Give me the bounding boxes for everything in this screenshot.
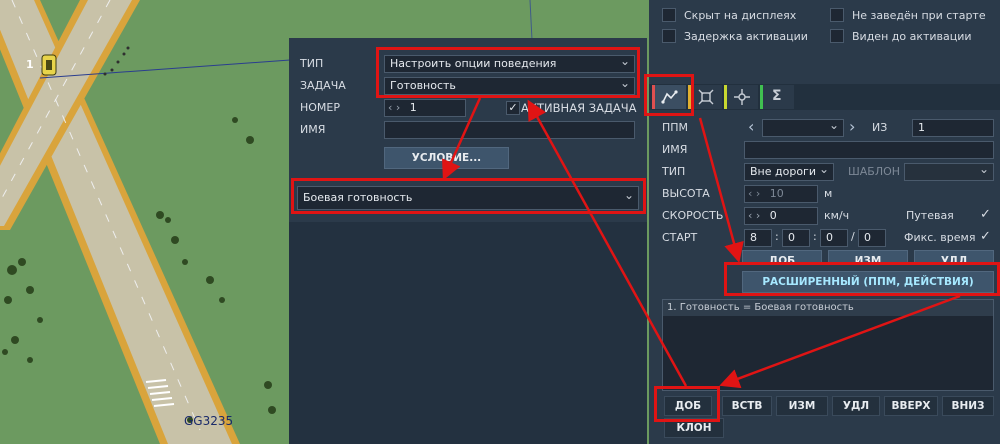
template-select[interactable]: [904, 163, 994, 181]
waypoint-prev-icon[interactable]: ‹: [748, 117, 754, 136]
not-started-checkbox[interactable]: [830, 8, 844, 22]
task-number-label: НОМЕР: [300, 101, 341, 114]
action-down-button[interactable]: ВНИЗ: [942, 396, 994, 416]
task-number-stepper[interactable]: ‹ › 1: [384, 99, 466, 117]
task-type-label: ТИП: [300, 57, 324, 70]
waypoint-select[interactable]: [762, 119, 844, 137]
activation-delay-label: Задержка активации: [684, 30, 808, 43]
tab-crosshair[interactable]: [724, 85, 758, 109]
speed-unit: км/ч: [824, 209, 850, 222]
start-sep-1: :: [775, 230, 779, 243]
route-checkmark-icon[interactable]: ✓: [980, 207, 991, 222]
altitude-label: ВЫСОТА: [662, 187, 710, 200]
active-task-checkbox[interactable]: ✓: [506, 101, 520, 115]
task-task-label: ЗАДАЧА: [300, 79, 346, 92]
action-insert-button[interactable]: ВСТВ: [722, 396, 772, 416]
unit-marker[interactable]: [38, 52, 62, 78]
action-up-button[interactable]: ВВЕРХ: [884, 396, 938, 416]
waypoint-total[interactable]: 1: [912, 119, 994, 137]
altitude-arrows-icon[interactable]: ‹ ›: [748, 187, 760, 200]
hidden-on-display-checkbox[interactable]: [662, 8, 676, 22]
speed-label: СКОРОСТЬ: [662, 209, 724, 222]
fixed-time-checkmark-icon[interactable]: ✓: [980, 229, 991, 244]
waypoint-next-icon[interactable]: ›: [849, 117, 855, 136]
highlight-route-tab: [644, 74, 694, 116]
actions-list-item[interactable]: 1. Готовность = Боевая готовность: [663, 300, 993, 316]
speed-arrows-icon[interactable]: ‹ ›: [748, 209, 760, 222]
altitude-value: 10: [769, 187, 784, 200]
altitude-stepper[interactable]: ‹ › 10: [744, 185, 818, 203]
highlight-add: [654, 386, 720, 422]
start-second[interactable]: 0: [858, 229, 886, 247]
condition-button[interactable]: УСЛОВИЕ...: [384, 147, 509, 169]
activation-delay-checkbox[interactable]: [662, 29, 676, 43]
stepper-arrows-icon[interactable]: ‹ ›: [388, 101, 400, 114]
waypoint-label: ППМ: [662, 121, 689, 134]
speed-value: 0: [769, 209, 777, 222]
template-label: ШАБЛОН: [848, 165, 901, 178]
tab-sum[interactable]: Σ: [760, 85, 794, 109]
wp-name-input[interactable]: [744, 141, 994, 159]
highlight-advanced: [724, 262, 1000, 296]
wp-type-label: ТИП: [662, 165, 686, 178]
start-day[interactable]: 8: [744, 229, 772, 247]
actions-list[interactable]: 1. Готовность = Боевая готовность: [662, 299, 994, 391]
highlight-readiness: [291, 178, 646, 214]
wp-name-label: ИМЯ: [662, 143, 688, 156]
hidden-on-display-label: Скрыт на дисплеях: [684, 9, 797, 22]
task-name-input[interactable]: [384, 121, 635, 139]
route-label: Путевая: [906, 209, 954, 222]
start-sep-3: /: [851, 230, 855, 243]
start-label: СТАРТ: [662, 231, 698, 244]
waypoint-of-label: ИЗ: [872, 121, 888, 134]
visible-before-activation-label: Виден до активации: [852, 30, 972, 43]
start-minute[interactable]: 0: [820, 229, 848, 247]
wp-type-select[interactable]: Вне дороги: [744, 163, 834, 181]
start-hour[interactable]: 0: [782, 229, 810, 247]
sum-icon: Σ: [772, 88, 782, 104]
active-task-label: АКТИВНАЯ ЗАДАЧА: [521, 101, 637, 115]
visible-before-activation-checkbox[interactable]: [830, 29, 844, 43]
altitude-unit: м: [824, 187, 833, 200]
start-sep-2: :: [813, 230, 817, 243]
task-number-value: 1: [409, 101, 417, 114]
unit-number: 1: [26, 58, 34, 71]
task-name-label: ИМЯ: [300, 123, 326, 136]
task-panel-separator: [289, 222, 647, 444]
action-edit-button[interactable]: ИЗМ: [776, 396, 828, 416]
target-icon: [698, 89, 714, 105]
unit-icon: [41, 54, 57, 76]
not-started-label: Не заведён при старте: [852, 9, 986, 22]
action-delete-button[interactable]: УДЛ: [832, 396, 880, 416]
crosshair-icon: [734, 89, 750, 105]
speed-stepper[interactable]: ‹ › 0: [744, 207, 818, 225]
fixed-time-label: Фикс. время: [904, 231, 976, 244]
runway-label: GG3235: [184, 414, 234, 428]
highlight-type-task: [376, 47, 640, 98]
